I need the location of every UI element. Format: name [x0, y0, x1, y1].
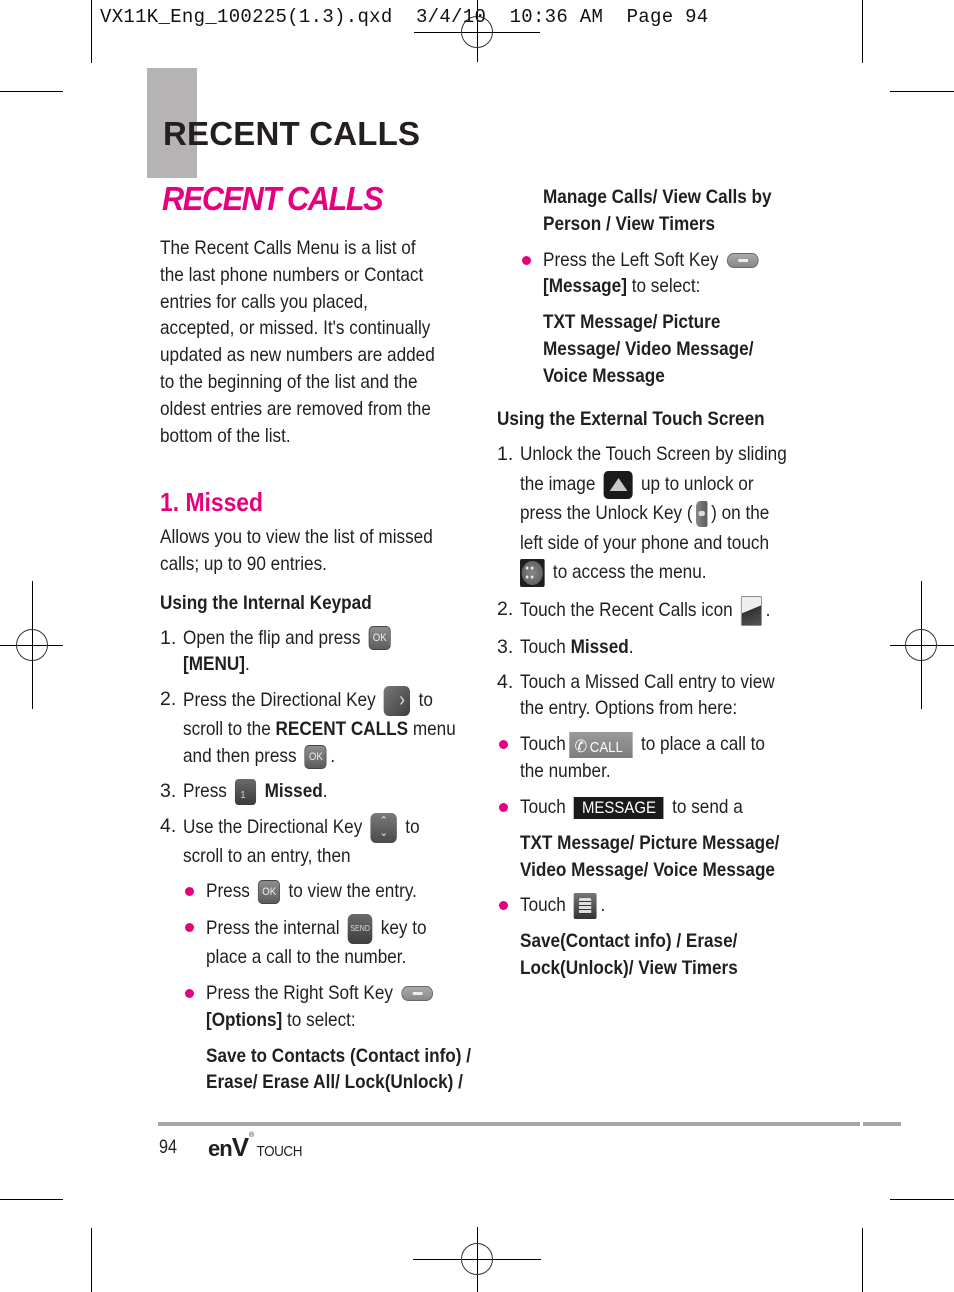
- page-number: 94: [159, 1137, 177, 1158]
- bullet-dot: [185, 988, 194, 998]
- bullet-touch-options: Touch . Save(Contact info) / Erase/ Lock…: [497, 892, 807, 981]
- send-key-icon: SEND: [347, 914, 373, 945]
- unlock-key-icon: [696, 501, 708, 528]
- options-list-continued: Manage Calls/ View Calls by Person / Vie…: [543, 186, 772, 235]
- internal-keypad-heading: Using the Internal Keypad: [160, 591, 372, 614]
- crop-mark: [0, 1199, 63, 1200]
- brand-logo: enV®TOUCH: [208, 1132, 303, 1162]
- crop-mark: [890, 91, 954, 92]
- bullet-dot: [499, 901, 508, 911]
- bullet-dot: [185, 887, 194, 897]
- bullet-dot: [499, 740, 508, 750]
- ok-key-icon: OK: [258, 880, 281, 905]
- bullet-send-call: Press the internal SEND key to place a c…: [183, 914, 460, 971]
- crop-mark: [91, 1228, 92, 1292]
- crop-mark: [91, 0, 92, 63]
- left-soft-key-icon: [726, 252, 759, 268]
- options-menu-icon: [574, 893, 597, 920]
- touch-options-list: Save(Contact info) / Erase/ Lock(Unlock)…: [520, 930, 738, 979]
- step-2: 2. Press the Directional Key to scroll t…: [160, 686, 460, 770]
- section-title: RECENT CALLS: [163, 115, 421, 152]
- bullet-touch-call: Touch ✆ CALL to place a call to the number…: [497, 731, 807, 785]
- phone-icon: ✆: [574, 737, 588, 757]
- recent-calls-icon: [741, 595, 763, 626]
- missed-heading: 1. Missed: [160, 487, 264, 518]
- message-options-list: TXT Message/ Picture Message/ Video Mess…: [543, 311, 754, 387]
- crop-mark: [862, 1228, 863, 1292]
- unlock-slider-icon: [603, 470, 633, 499]
- step-4: 4. Use the Directional Key ⌃ ⌄ to scroll …: [160, 812, 420, 867]
- crop-mark: [890, 1199, 954, 1200]
- step-4-options: Press OK to view the entry. Press the in…: [160, 878, 472, 1096]
- ok-key-icon: OK: [368, 626, 391, 651]
- crop-mark: [862, 0, 863, 63]
- options-list: Save to Contacts (Contact info) / Erase/…: [206, 1044, 472, 1094]
- directional-up-down-key-icon: ⌃ ⌄: [370, 812, 398, 843]
- step-3: 3. Press 1 Missed.: [160, 778, 460, 805]
- ext-step-1: 1. Unlock the Touch Screen by sliding th…: [497, 440, 807, 588]
- menu-icon: [520, 559, 545, 588]
- bullet-dot: [522, 255, 531, 265]
- bullet-view-entry: Press OK to view the entry.: [183, 878, 460, 905]
- right-column: Manage Calls/ View Calls by Person / Vie…: [497, 184, 807, 982]
- left-column: The Recent Calls Menu is a list of the l…: [160, 235, 472, 1096]
- step-1: 1. Open the flip and press OK [MENU].: [160, 625, 460, 679]
- ext-step-3: 3. Touch Missed.: [497, 635, 634, 658]
- ext-step-2: 2. Touch the Recent Calls icon .: [497, 595, 807, 626]
- footer-rule: [158, 1122, 860, 1126]
- number-1-key-icon: 1: [235, 778, 257, 805]
- page-heading: RECENT CALLS: [162, 180, 384, 217]
- missed-description: Allows you to view the list of missed ca…: [160, 526, 433, 575]
- external-touch-heading: Using the External Touch Screen: [497, 407, 765, 430]
- intro-paragraph: The Recent Calls Menu is a list of the l…: [160, 237, 435, 447]
- footer-rule-end: [863, 1122, 901, 1126]
- bullet-dot: [185, 923, 194, 933]
- bullet-dot: [499, 802, 508, 812]
- directional-right-key-icon: [383, 686, 411, 717]
- bullet-touch-message: Touch MESSAGE to send a TXT Message/ Pic…: [497, 794, 807, 883]
- message-button-icon: MESSAGE: [574, 796, 664, 819]
- right-soft-key-icon: [401, 986, 433, 1002]
- touch-message-options: TXT Message/ Picture Message/ Video Mess…: [520, 831, 780, 881]
- ok-key-icon: OK: [304, 744, 327, 769]
- crop-mark: [0, 91, 63, 92]
- bullet-right-soft-key: Press the Right Soft Key [Options] to se…: [183, 980, 472, 1096]
- call-button-icon: ✆ CALL: [569, 732, 633, 759]
- ext-step-4: 4. Touch a Missed Call entry to view the…: [497, 670, 775, 720]
- bullet-left-soft-key: Press the Left Soft Key [Message] to sel…: [520, 247, 807, 390]
- print-slug: VX11K_Eng_100225(1.3).qxd 3/4/10 10:36 A…: [100, 6, 709, 28]
